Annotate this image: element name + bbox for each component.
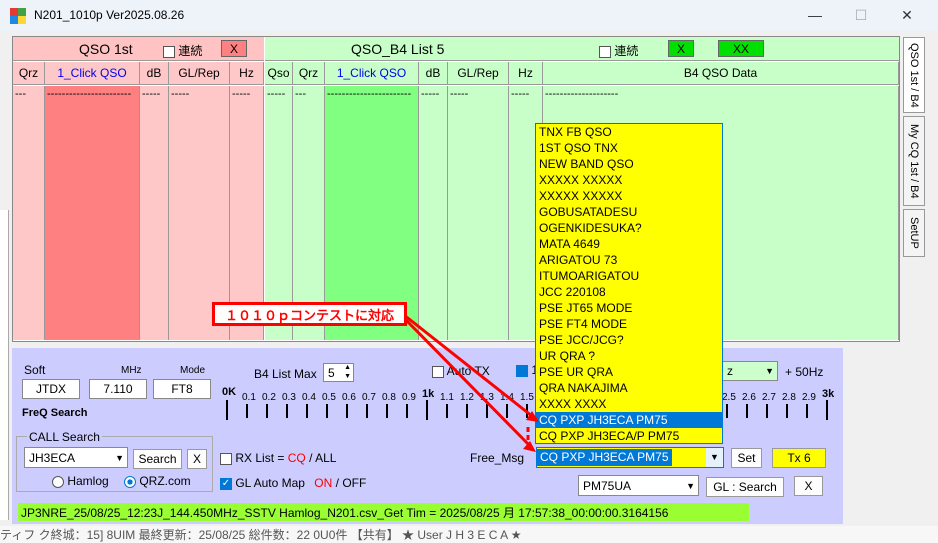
annotation-callout: １０１０ｐコンテストに対応 [212, 302, 407, 326]
arrow-line-lower [402, 316, 534, 450]
annotation-arrows [402, 313, 539, 452]
arrow-line-upper [403, 313, 538, 422]
